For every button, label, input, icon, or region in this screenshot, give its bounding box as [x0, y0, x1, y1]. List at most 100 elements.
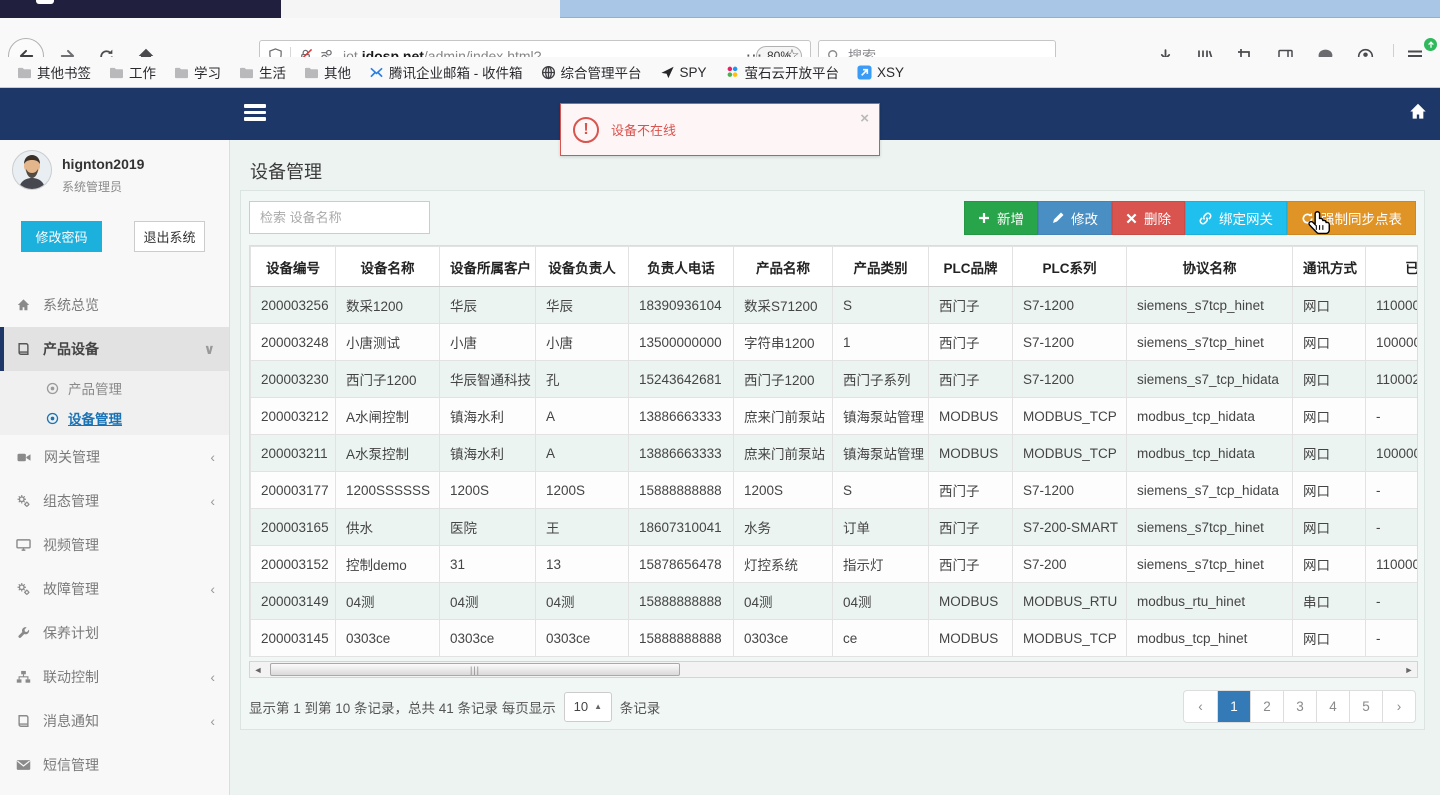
horizontal-scrollbar[interactable]: ◄ ||| ►	[249, 661, 1418, 678]
cell-protocol: modbus_tcp_hinet	[1126, 619, 1293, 657]
table-header-cell[interactable]: 设备编号	[250, 246, 336, 287]
bind-gateway-button[interactable]: 绑定网关	[1185, 201, 1287, 235]
sidebar-item-scada-mgmt[interactable]: 组态管理 ‹	[0, 479, 229, 523]
page-next-button[interactable]: ›	[1382, 691, 1415, 722]
home-icon	[17, 299, 30, 311]
cell-protocol: siemens_s7tcp_hinet	[1126, 508, 1293, 546]
bookmark-folder[interactable]: 生活	[232, 59, 293, 85]
cell-device-id: 200003145	[250, 619, 336, 657]
sidebar-item-product-mgmt[interactable]: 产品管理	[0, 373, 229, 403]
ys7-icon	[727, 66, 737, 77]
table-header-cell[interactable]: 通讯方式	[1292, 246, 1366, 287]
cell-protocol: siemens_s7tcp_hinet	[1126, 286, 1293, 324]
table-row[interactable]: 200003149 04测 04测 04测 15888888888 04测 04…	[250, 582, 1417, 620]
sidebar-item-fault-mgmt[interactable]: 故障管理 ‹	[0, 567, 229, 611]
sidebar-item-message-notify[interactable]: 消息通知 ‹	[0, 699, 229, 743]
scroll-left-arrow[interactable]: ◄	[250, 662, 266, 677]
page-button-2[interactable]: 2	[1250, 691, 1283, 722]
cell-customer: 医院	[439, 508, 536, 546]
table-header-cell[interactable]: PLC品牌	[928, 246, 1013, 287]
table-header-cell[interactable]: 产品名称	[733, 246, 833, 287]
sidebar-item-system-overview[interactable]: 系统总览	[0, 283, 229, 327]
bookmark-link[interactable]: 腾讯企业邮箱 - 收件箱	[362, 59, 530, 85]
bookmark-link[interactable]: SPY	[653, 62, 714, 83]
cell-plc-brand: 西门子	[928, 471, 1013, 509]
sidebar-collapse-button[interactable]	[244, 104, 266, 124]
cell-bound-gateway: 1000000	[1365, 434, 1417, 472]
sidebar-item-linkage-control[interactable]: 联动控制 ‹	[0, 655, 229, 699]
page-button-4[interactable]: 4	[1316, 691, 1349, 722]
sidebar-item-maintenance-plan[interactable]: 保养计划	[0, 611, 229, 655]
avatar[interactable]	[12, 150, 52, 190]
bookmark-folder[interactable]: 学习	[167, 59, 228, 85]
cell-product-category: ce	[832, 619, 929, 657]
cell-product-name: 庶来门前泵站	[733, 397, 833, 435]
sidebar-item-sms-mgmt[interactable]: 短信管理	[0, 743, 229, 787]
cell-product-name: 庶来门前泵站	[733, 434, 833, 472]
cell-customer: 镇海水利	[439, 397, 536, 435]
page-prev-button[interactable]: ‹	[1184, 691, 1217, 722]
page-size-select[interactable]: 10 ▲	[563, 691, 612, 722]
sidebar-item-gateway-mgmt[interactable]: 网关管理 ‹	[0, 435, 229, 479]
bookmark-folder[interactable]: 其他书签	[10, 59, 98, 85]
cell-device-name: 1200SSSSSS	[335, 471, 440, 509]
folder-icon	[175, 67, 188, 78]
folder-icon	[240, 67, 253, 78]
table-header-cell[interactable]: 设备名称	[335, 246, 440, 287]
table-header-cell[interactable]: 负责人电话	[628, 246, 734, 287]
cell-product-name: 数采S71200	[733, 286, 833, 324]
table-row[interactable]: 200003165 供水 医院 王 18607310041 水务 订单 西门子 …	[250, 508, 1417, 546]
table-row[interactable]: 200003145 0303ce 0303ce 0303ce 158888888…	[250, 619, 1417, 657]
table-row[interactable]: 200003211 A水泵控制 镇海水利 A 13886663333 庶来门前泵…	[250, 434, 1417, 472]
page-button-3[interactable]: 3	[1283, 691, 1316, 722]
table-row[interactable]: 200003212 A水闸控制 镇海水利 A 13886663333 庶来门前泵…	[250, 397, 1417, 435]
user-profile: hignton2019 系统管理员	[0, 140, 229, 195]
bookmark-folder[interactable]: 工作	[102, 59, 163, 85]
table-header-cell[interactable]: 已绑定网关	[1365, 246, 1417, 287]
table-row[interactable]: 200003230 西门子1200 华辰智通科技 孔 15243642681 西…	[250, 360, 1417, 398]
page-button-5[interactable]: 5	[1349, 691, 1382, 722]
edit-button[interactable]: 修改	[1038, 201, 1112, 235]
page-button-1[interactable]: 1	[1217, 691, 1250, 722]
table-header-cell[interactable]: 设备所属客户	[439, 246, 536, 287]
xsy-icon	[857, 64, 872, 80]
logout-button[interactable]: 退出系统	[134, 221, 205, 252]
cell-plc-brand: 西门子	[928, 545, 1013, 583]
scrollbar-thumb[interactable]: |||	[270, 663, 680, 676]
device-search-input[interactable]	[249, 201, 430, 234]
table-row[interactable]: 200003248 小唐测试 小唐 小唐 13500000000 字符串1200…	[250, 323, 1417, 361]
table-row[interactable]: 200003177 1200SSSSSS 1200S 1200S 1588888…	[250, 471, 1417, 509]
change-password-button[interactable]: 修改密码	[21, 221, 102, 252]
bookmark-folder[interactable]: 其他	[297, 59, 358, 85]
cell-comm-mode: 网口	[1292, 397, 1366, 435]
sidebar-item-video-mgmt[interactable]: 视频管理	[0, 523, 229, 567]
cell-plc-brand: MODBUS	[928, 434, 1013, 472]
table-header-cell[interactable]: 产品类别	[832, 246, 929, 287]
bookmark-link[interactable]: 综合管理平台	[534, 59, 649, 85]
scroll-right-arrow[interactable]: ►	[1401, 662, 1417, 677]
delete-button[interactable]: 删除	[1112, 201, 1185, 235]
navbar-home-button[interactable]	[1408, 102, 1428, 121]
gears-icon	[17, 495, 30, 508]
add-button[interactable]: 新增	[964, 201, 1038, 235]
cell-product-category: 西门子系列	[832, 360, 929, 398]
bookmark-link[interactable]: 萤石云开放平台	[718, 59, 847, 85]
sidebar-item-device-mgmt[interactable]: 设备管理	[0, 403, 229, 433]
pencil-icon	[1053, 212, 1064, 223]
force-sync-button[interactable]: 强制同步点表	[1287, 201, 1416, 235]
cell-comm-mode: 网口	[1292, 360, 1366, 398]
table-header-cell[interactable]: 设备负责人	[535, 246, 629, 287]
caret-up-icon: ▲	[594, 702, 602, 711]
cell-product-name: 1200S	[733, 471, 833, 509]
bookmark-link[interactable]: XSY	[850, 62, 911, 83]
table-row[interactable]: 200003256 数采1200 华辰 华辰 18390936104 数采S71…	[250, 286, 1417, 324]
envelope-icon	[16, 760, 31, 770]
sidebar-item-product-device[interactable]: 产品设备 ∨	[0, 327, 229, 371]
cell-device-name: 数采1200	[335, 286, 440, 324]
table-row[interactable]: 200003152 控制demo 31 13 15878656478 灯控系统 …	[250, 545, 1417, 583]
cell-customer: 0303ce	[439, 619, 536, 657]
alert-close-button[interactable]: ×	[860, 110, 869, 127]
chevron-left-icon: ‹	[210, 581, 215, 597]
table-header-cell[interactable]: PLC系列	[1012, 246, 1127, 287]
table-header-cell[interactable]: 协议名称	[1126, 246, 1293, 287]
